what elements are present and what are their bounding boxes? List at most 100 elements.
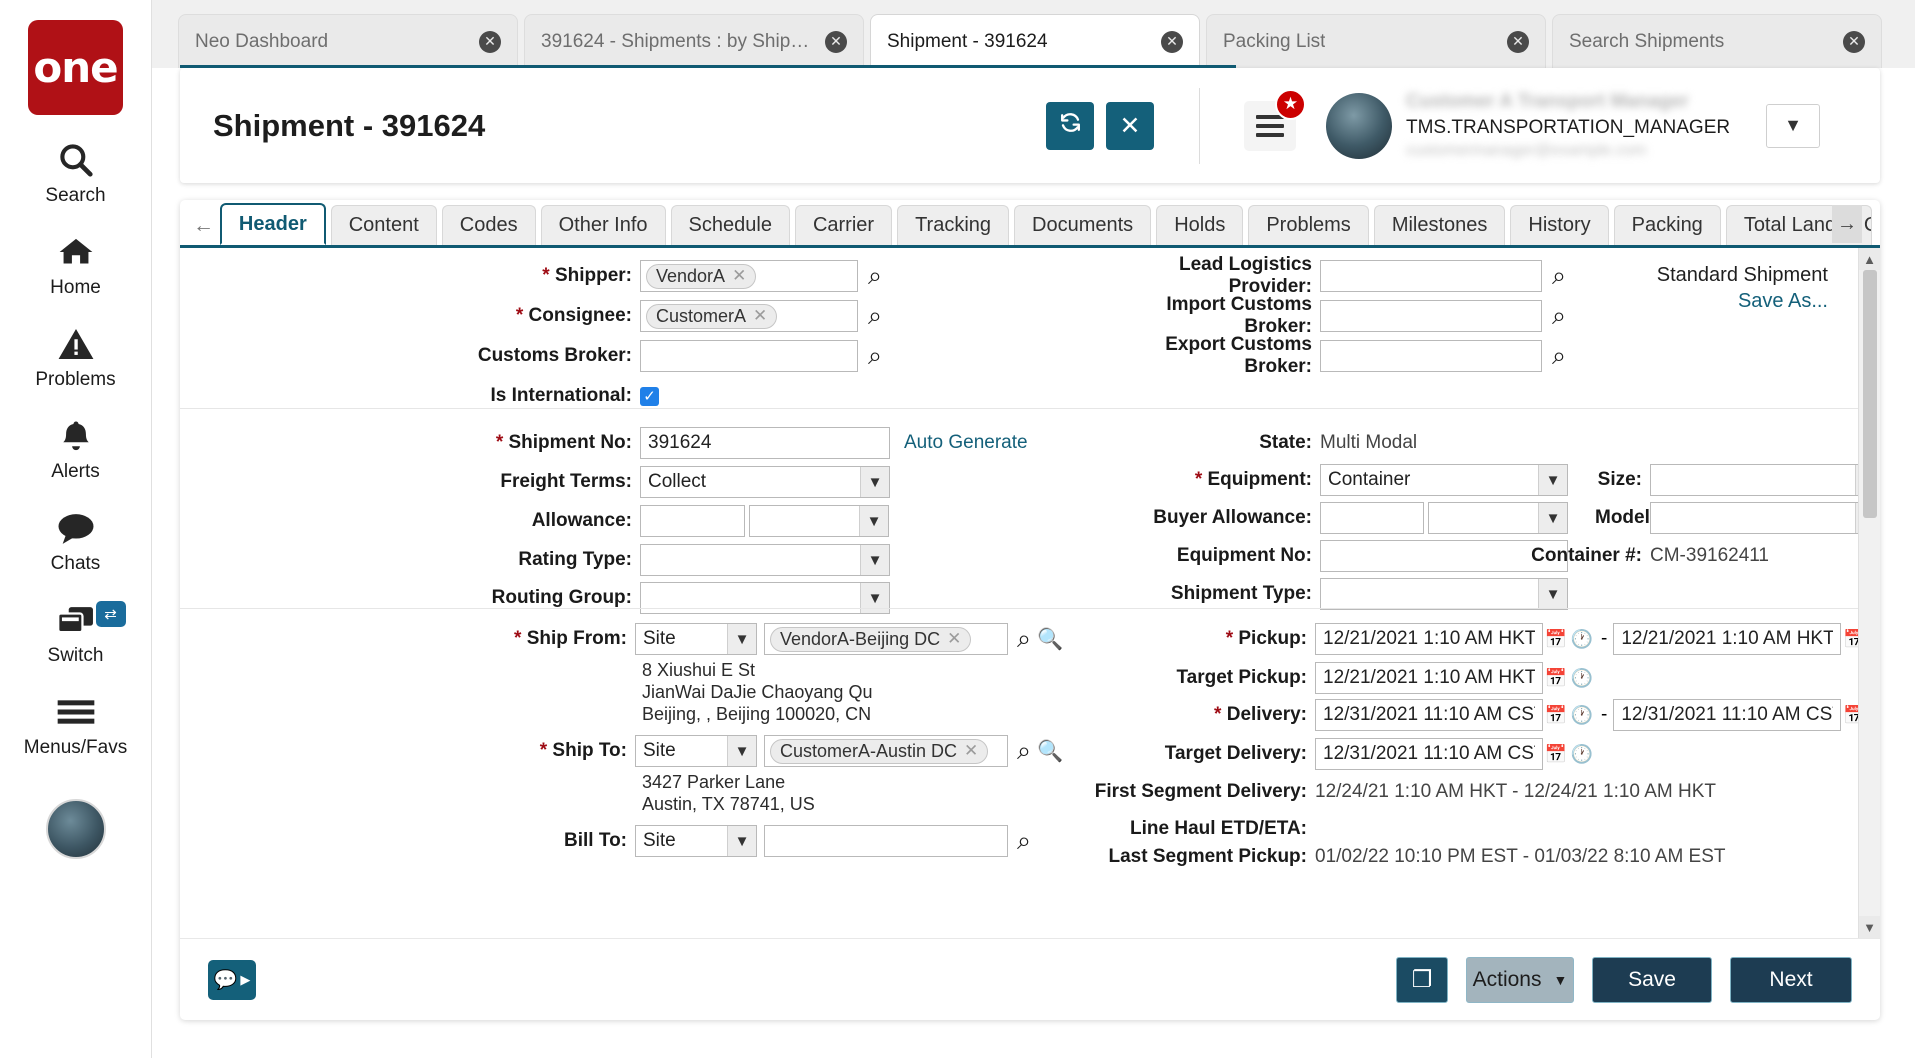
tab-carrier[interactable]: Carrier (795, 205, 892, 245)
ship-from-type-select[interactable]: Site ▼ (635, 623, 757, 655)
clock-icon[interactable]: 🕐 (1569, 624, 1595, 654)
sidebar-item-switch[interactable]: ⇄ Switch (0, 599, 152, 667)
equipment-select[interactable]: Container ▼ (1320, 464, 1568, 496)
pickup-to-input[interactable] (1613, 623, 1841, 655)
consignee-lookup-icon[interactable]: ⌕ (868, 304, 882, 329)
bill-to-site-input[interactable] (764, 825, 1008, 857)
shipper-input[interactable]: VendorA ✕ (640, 260, 858, 292)
form-vertical-scrollbar[interactable]: ▲ ▼ (1858, 248, 1880, 938)
remove-token-icon[interactable]: ✕ (964, 741, 978, 761)
consignee-input[interactable]: CustomerA ✕ (640, 300, 858, 332)
freight-terms-select[interactable]: Collect ▼ (640, 466, 890, 498)
bill-to-type-select[interactable]: Site ▼ (635, 825, 757, 857)
delivery-to-input[interactable] (1613, 699, 1841, 731)
shipper-lookup-icon[interactable]: ⌕ (868, 264, 882, 289)
ship-from-search-icon[interactable]: 🔍 (1037, 629, 1063, 650)
tab-other-info[interactable]: Other Info (541, 205, 666, 245)
remove-token-icon[interactable]: ✕ (947, 629, 961, 649)
actions-button[interactable]: Actions ▼ (1466, 957, 1574, 1003)
browser-tab-search-shipments[interactable]: Search Shipments ✕ (1552, 14, 1882, 68)
calendar-icon[interactable]: 📅 (1543, 624, 1569, 654)
ship-to-search-icon[interactable]: 🔍 (1037, 741, 1063, 762)
auto-generate-link[interactable]: Auto Generate (904, 432, 1028, 454)
sidebar-item-chats[interactable]: Chats (0, 507, 152, 575)
lead-logistics-provider-lookup-icon[interactable]: ⌕ (1552, 264, 1566, 289)
rating-type-select[interactable]: ▼ (640, 544, 890, 576)
export-customs-broker-lookup-icon[interactable]: ⌕ (1552, 344, 1566, 369)
ship-from-token[interactable]: VendorA-Beijing DC ✕ (770, 627, 971, 652)
sidebar-item-problems[interactable]: Problems (0, 323, 152, 391)
tab-schedule[interactable]: Schedule (671, 205, 790, 245)
refresh-button[interactable] (1046, 102, 1094, 150)
tab-problems[interactable]: Problems (1248, 205, 1368, 245)
favorites-menu-button[interactable]: ★ (1244, 101, 1296, 151)
browser-tab-neo-dashboard[interactable]: Neo Dashboard ✕ (178, 14, 518, 68)
user-menu-button[interactable]: ▼ (1766, 104, 1820, 148)
delivery-from-input[interactable] (1315, 699, 1543, 731)
tabs-scroll-right-button[interactable]: → (1832, 205, 1862, 243)
calendar-icon[interactable]: 📅 (1543, 663, 1569, 693)
model-select[interactable]: ▼ (1650, 502, 1880, 534)
save-button[interactable]: Save (1592, 957, 1712, 1003)
shipment-no-input[interactable] (640, 427, 890, 459)
close-icon[interactable]: ✕ (1843, 31, 1865, 53)
target-pickup-input[interactable] (1315, 662, 1543, 694)
sidebar-item-search[interactable]: Search (0, 139, 152, 207)
close-icon[interactable]: ✕ (1507, 31, 1529, 53)
calendar-icon[interactable]: 📅 (1543, 700, 1569, 730)
clock-icon[interactable]: 🕐 (1569, 739, 1595, 769)
ship-to-lookup-icon[interactable]: ⌕ (1017, 739, 1031, 764)
chat-button[interactable]: 💬 ▶ (208, 960, 256, 1000)
customs-broker-input[interactable] (640, 340, 858, 372)
clock-icon[interactable]: 🕐 (1569, 663, 1595, 693)
sidebar-item-menus-favs[interactable]: Menus/Favs (0, 691, 152, 759)
scroll-up-button[interactable]: ▲ (1859, 248, 1880, 270)
browser-tab-shipments-list[interactable]: 391624 - Shipments : by Shipme... ✕ (524, 14, 864, 68)
browser-tab-shipment-detail[interactable]: Shipment - 391624 ✕ (870, 14, 1200, 68)
lead-logistics-provider-input[interactable] (1320, 260, 1542, 292)
ship-from-site-input[interactable]: VendorA-Beijing DC ✕ (764, 623, 1008, 655)
sidebar-item-home[interactable]: Home (0, 231, 152, 299)
next-button[interactable]: Next (1730, 957, 1852, 1003)
tab-tracking[interactable]: Tracking (897, 205, 1009, 245)
import-customs-broker-input[interactable] (1320, 300, 1542, 332)
tab-codes[interactable]: Codes (442, 205, 536, 245)
shipment-type-select[interactable]: ▼ (1320, 578, 1568, 610)
shipper-token[interactable]: VendorA ✕ (646, 264, 756, 289)
consignee-token[interactable]: CustomerA ✕ (646, 304, 777, 329)
avatar[interactable] (46, 799, 106, 859)
close-icon[interactable]: ✕ (825, 31, 847, 53)
pickup-from-input[interactable] (1315, 623, 1543, 655)
allowance-amount-input[interactable] (640, 505, 745, 537)
tab-documents[interactable]: Documents (1014, 205, 1151, 245)
ship-to-type-select[interactable]: Site ▼ (635, 735, 757, 767)
calendar-icon[interactable]: 📅 (1543, 739, 1569, 769)
tab-holds[interactable]: Holds (1156, 205, 1243, 245)
ship-from-lookup-icon[interactable]: ⌕ (1017, 627, 1031, 652)
close-icon[interactable]: ✕ (1161, 31, 1183, 53)
tab-content[interactable]: Content (331, 205, 437, 245)
clock-icon[interactable]: 🕐 (1569, 700, 1595, 730)
close-page-button[interactable]: ✕ (1106, 102, 1154, 150)
remove-token-icon[interactable]: ✕ (732, 266, 746, 286)
copy-button[interactable]: ❐ (1396, 957, 1448, 1003)
close-icon[interactable]: ✕ (479, 31, 501, 53)
switch-badge[interactable]: ⇄ (96, 601, 126, 627)
size-select[interactable]: ▼ (1650, 464, 1880, 496)
is-international-checkbox[interactable]: ✓ (640, 387, 659, 406)
tab-packing[interactable]: Packing (1614, 205, 1721, 245)
allowance-unit-select[interactable]: ▼ (749, 505, 889, 537)
customs-broker-lookup-icon[interactable]: ⌕ (868, 344, 882, 369)
buyer-allowance-amount-input[interactable] (1320, 502, 1424, 534)
import-customs-broker-lookup-icon[interactable]: ⌕ (1552, 304, 1566, 329)
remove-token-icon[interactable]: ✕ (753, 306, 767, 326)
avatar[interactable] (1326, 93, 1392, 159)
scroll-down-button[interactable]: ▼ (1859, 916, 1880, 938)
sidebar-item-alerts[interactable]: Alerts (0, 415, 152, 483)
tab-history[interactable]: History (1510, 205, 1608, 245)
export-customs-broker-input[interactable] (1320, 340, 1542, 372)
ship-to-site-input[interactable]: CustomerA-Austin DC ✕ (764, 735, 1008, 767)
target-delivery-input[interactable] (1315, 738, 1543, 770)
browser-tab-packing-list[interactable]: Packing List ✕ (1206, 14, 1546, 68)
tab-header[interactable]: Header (220, 203, 326, 245)
